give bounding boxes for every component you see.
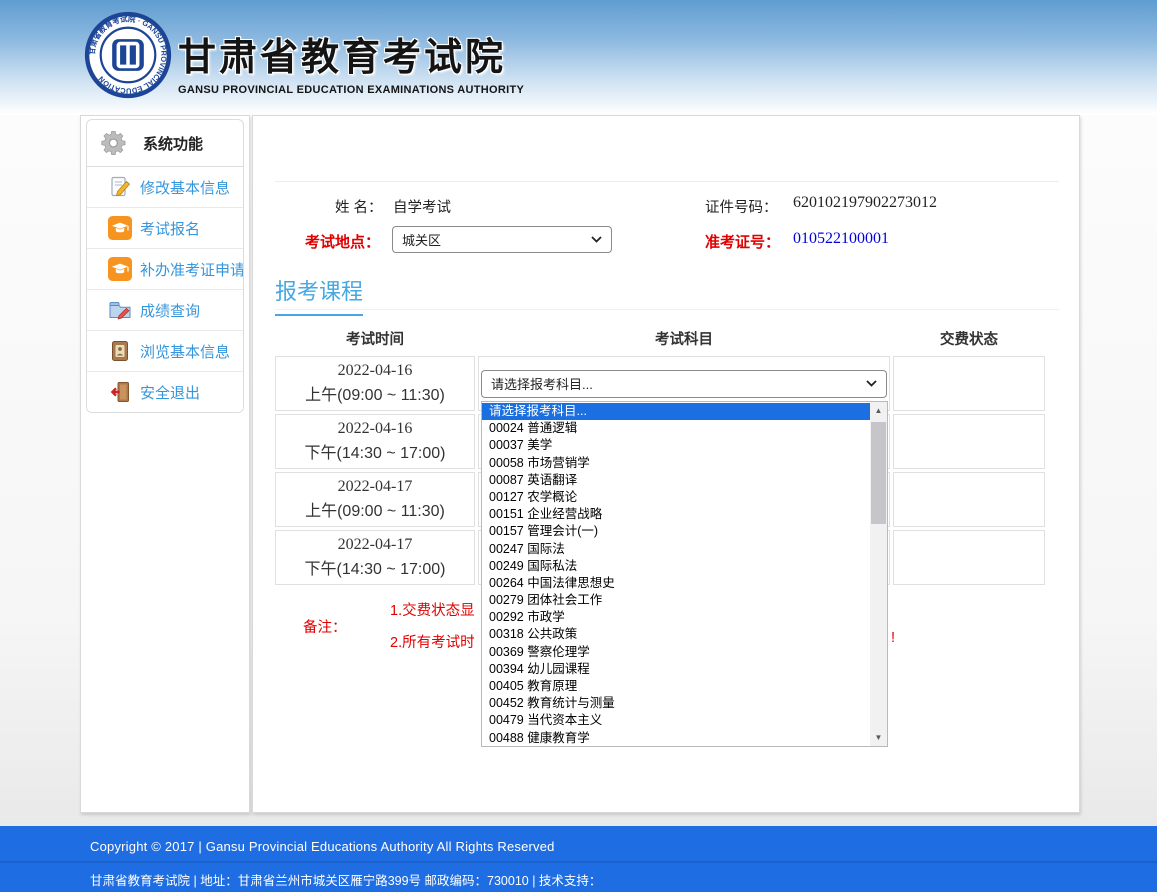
scroll-up-icon[interactable]: ▲ [870, 402, 887, 419]
payment-status-cell [893, 472, 1045, 527]
subject-option[interactable]: 00488 健康教育学 [482, 730, 870, 747]
id-number-value: 620102197902273012 [793, 194, 937, 212]
scrollbar-thumb[interactable] [871, 422, 886, 524]
table-header-row: 考试时间 考试科目 交费状态 [275, 323, 1045, 353]
subject-option[interactable]: 00087 英语翻译 [482, 472, 870, 489]
exam-time-cell: 2022-04-17下午(14:30 ~ 17:00) [275, 530, 475, 585]
col-header-exam-subject: 考试科目 [478, 323, 890, 353]
subject-option[interactable]: 00151 企业经营战略 [482, 506, 870, 523]
authority-logo-icon: 甘肃省教育考试院 · GANSU PROVINCIAL EDUCATION [84, 11, 172, 99]
brand-block: 甘肃省教育考试院 GANSU PROVINCIAL EDUCATION EXAM… [178, 26, 524, 96]
sidebar-item[interactable]: 考试报名 [87, 208, 243, 249]
footer-copyright: Copyright © 2017 | Gansu Provincial Educ… [90, 839, 555, 854]
site-subtitle: GANSU PROVINCIAL EDUCATION EXAMINATIONS … [178, 84, 524, 96]
col-header-exam-time: 考试时间 [275, 323, 475, 353]
admission-ticket-value: 010522100001 [793, 230, 889, 248]
subject-option[interactable]: 00037 美学 [482, 437, 870, 454]
scroll-down-icon[interactable]: ▼ [870, 729, 887, 746]
sidebar-title: 系统功能 [143, 133, 203, 154]
exam-date: 2022-04-17 [276, 533, 474, 558]
site-title: 甘肃省教育考试院 [178, 26, 524, 81]
top-divider [275, 181, 1059, 182]
section-underline [275, 309, 1059, 310]
page-header: 甘肃省教育考试院 · GANSU PROVINCIAL EDUCATION 甘肃… [0, 0, 1157, 115]
sidebar-item-label: 修改基本信息 [140, 177, 230, 198]
exam-session-time: 上午(09:00 ~ 11:30) [276, 384, 474, 409]
exam-time-cell: 2022-04-17上午(09:00 ~ 11:30) [275, 472, 475, 527]
sidebar-item[interactable]: 浏览基本信息 [87, 331, 243, 372]
exam-location-value: 城关区 [402, 230, 441, 249]
subject-option[interactable]: 00249 国际私法 [482, 558, 870, 575]
sidebar-item-label: 考试报名 [140, 218, 200, 239]
name-label: 姓 名： [335, 196, 383, 217]
payment-status-cell [893, 356, 1045, 411]
main-panel: 姓 名： 自学考试 证件号码： 620102197902273012 考试地点：… [252, 115, 1080, 813]
sidebar-menu: 系统功能 修改基本信息考试报名补办准考证申请成绩查询浏览基本信息安全退出 [86, 119, 244, 413]
id-number-label: 证件号码： [705, 196, 778, 217]
exam-session-time: 上午(09:00 ~ 11:30) [276, 500, 474, 525]
chevron-down-icon [591, 236, 602, 243]
col-header-payment-status: 交费状态 [893, 323, 1045, 353]
sidebar-menu-header: 系统功能 [87, 120, 243, 167]
exam-time-cell: 2022-04-16下午(14:30 ~ 17:00) [275, 414, 475, 469]
note-line-2: 2.所有考试时 [390, 631, 475, 652]
dropdown-scrollbar[interactable]: ▲ ▼ [870, 402, 887, 746]
subject-option[interactable]: 00058 市场营销学 [482, 455, 870, 472]
chevron-down-icon [866, 380, 877, 387]
sidebar-menu-items: 修改基本信息考试报名补办准考证申请成绩查询浏览基本信息安全退出 [87, 167, 243, 412]
sidebar-item-label: 浏览基本信息 [140, 341, 230, 362]
sidebar-item-label: 安全退出 [140, 382, 200, 403]
sidebar-item-label: 补办准考证申请 [140, 259, 244, 280]
subject-option[interactable]: 请选择报考科目... [482, 403, 870, 420]
notes-label: 备注： [303, 616, 347, 637]
sidebar-item-label: 成绩查询 [140, 300, 200, 321]
subject-option[interactable]: 00157 管理会计(一) [482, 523, 870, 540]
sidebar-item[interactable]: 补办准考证申请 [87, 249, 243, 290]
exam-time-cell: 2022-04-16上午(09:00 ~ 11:30) [275, 356, 475, 411]
subject-option[interactable]: 00452 教育统计与测量 [482, 695, 870, 712]
footer-divider [0, 861, 1157, 863]
browse-info-icon [108, 339, 132, 363]
exam-date: 2022-04-17 [276, 475, 474, 500]
subject-select-value: 请选择报考科目... [491, 374, 593, 393]
subject-option[interactable]: 00127 农学概论 [482, 489, 870, 506]
subject-option[interactable]: 00369 警察伦理学 [482, 644, 870, 661]
subject-option[interactable]: 00394 幼儿园课程 [482, 661, 870, 678]
subject-option[interactable]: 00479 当代资本主义 [482, 712, 870, 729]
subject-option[interactable]: 00247 国际法 [482, 541, 870, 558]
subject-options-dropdown: 请选择报考科目...00024 普通逻辑00037 美学00058 市场营销学0… [481, 401, 888, 747]
exam-location-select[interactable]: 城关区 [392, 226, 612, 253]
gear-icon [100, 129, 128, 157]
logout-icon [108, 380, 132, 404]
edit-document-icon [108, 175, 132, 199]
exam-session-time: 下午(14:30 ~ 17:00) [276, 442, 474, 467]
page-footer: Copyright © 2017 | Gansu Provincial Educ… [0, 826, 1157, 892]
subject-select[interactable]: 请选择报考科目... [481, 370, 887, 398]
exam-date: 2022-04-16 [276, 417, 474, 442]
admission-ticket-label: 准考证号： [705, 231, 780, 252]
subject-option[interactable]: 00405 教育原理 [482, 678, 870, 695]
score-query-icon [108, 298, 132, 322]
sidebar-panel: 系统功能 修改基本信息考试报名补办准考证申请成绩查询浏览基本信息安全退出 [80, 115, 250, 813]
exam-date: 2022-04-16 [276, 359, 474, 384]
subject-option[interactable]: 00264 中国法律思想史 [482, 575, 870, 592]
subject-option[interactable]: 00292 市政学 [482, 609, 870, 626]
subject-options-list: 请选择报考科目...00024 普通逻辑00037 美学00058 市场营销学0… [482, 403, 870, 747]
sidebar-item[interactable]: 修改基本信息 [87, 167, 243, 208]
payment-status-cell [893, 530, 1045, 585]
subject-option[interactable]: 00279 团体社会工作 [482, 592, 870, 609]
exam-location-label: 考试地点： [305, 231, 380, 252]
sidebar-item[interactable]: 成绩查询 [87, 290, 243, 331]
subject-option[interactable]: 00024 普通逻辑 [482, 420, 870, 437]
footer-address: 甘肃省教育考试院 | 地址：甘肃省兰州市城关区雁宁路399号 邮政编码：7300… [90, 870, 601, 889]
exam-register-icon [108, 216, 132, 240]
payment-status-cell [893, 414, 1045, 469]
name-value: 自学考试 [393, 196, 451, 217]
sidebar-item[interactable]: 安全退出 [87, 372, 243, 412]
note-line-2-tail: ! [891, 630, 895, 646]
exam-session-time: 下午(14:30 ~ 17:00) [276, 558, 474, 583]
subject-option[interactable]: 00318 公共政策 [482, 626, 870, 643]
note-line-1: 1.交费状态显 [390, 599, 475, 620]
reissue-ticket-icon [108, 257, 132, 281]
